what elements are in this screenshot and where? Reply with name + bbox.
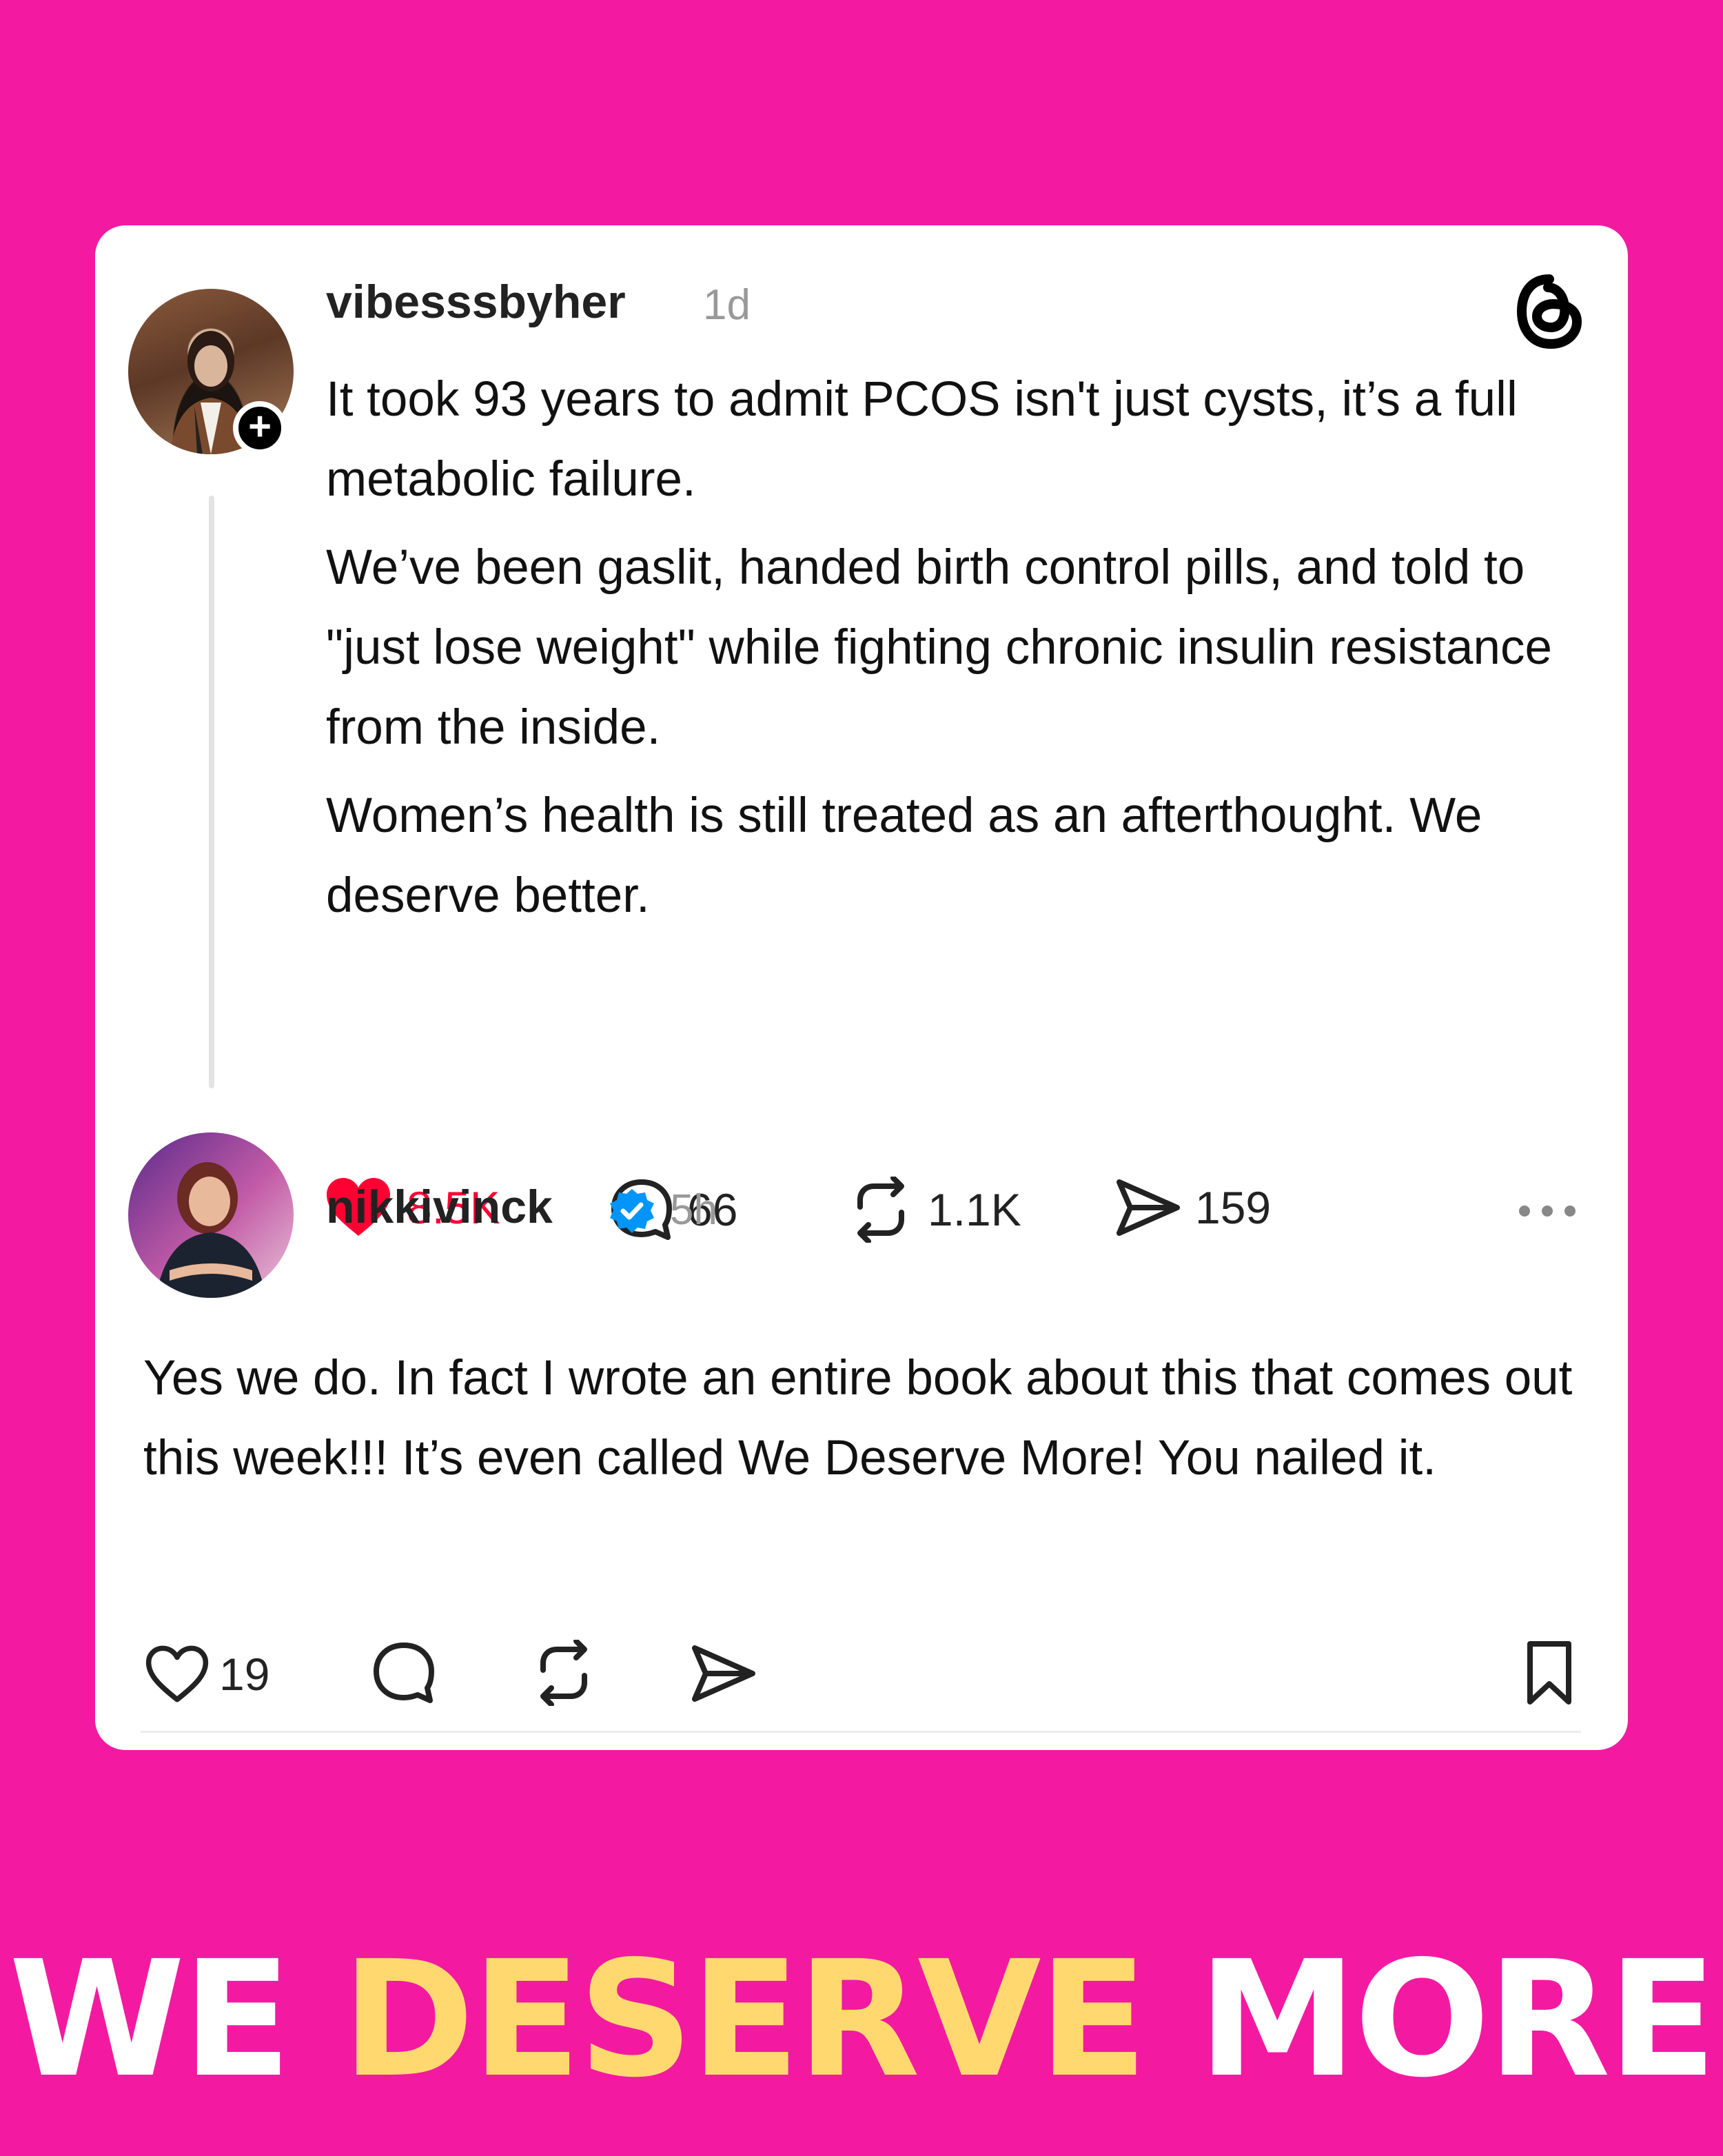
share-count: 159: [1195, 1182, 1272, 1233]
post-paragraph: It took 93 years to admit PCOS isn't jus…: [326, 372, 1518, 507]
post-username[interactable]: vibesssbyher: [326, 275, 626, 329]
repost-count: 1.1K: [928, 1184, 1021, 1235]
reply-comment-icon[interactable]: [371, 1640, 437, 1706]
post-paragraph: We’ve been gaslit, handed birth control …: [326, 540, 1552, 755]
reply-repost-icon[interactable]: [529, 1640, 598, 1706]
card-divider: [141, 1731, 1581, 1733]
banner-word-more: MORE: [1198, 1926, 1717, 2113]
thread-connector-line: [209, 496, 214, 1088]
post-body: It took 93 years to admit PCOS isn't jus…: [326, 360, 1580, 944]
reply-like-count: 19: [219, 1649, 270, 1700]
post-paragraph: Women’s health is still treated as an af…: [326, 789, 1482, 923]
reply-like-button[interactable]: 19: [145, 1644, 269, 1705]
bookmark-icon[interactable]: [1522, 1638, 1577, 1707]
heart-outline-icon: [145, 1645, 209, 1702]
threads-card: + vibesssbyher 1d It took 93 years to ad…: [95, 225, 1628, 1750]
repost-icon: [857, 1177, 904, 1243]
profile-photo-icon: [156, 1162, 266, 1298]
banner-word-deserve: DESERVE: [341, 1926, 1148, 2113]
reply-time: 5h: [670, 1186, 717, 1234]
reply-avatar[interactable]: [128, 1132, 294, 1298]
send-icon: [1117, 1179, 1180, 1236]
share-button[interactable]: 159: [1114, 1177, 1271, 1239]
post-time: 1d: [703, 281, 751, 329]
reply-send-icon[interactable]: [689, 1643, 758, 1705]
more-options-icon[interactable]: [1516, 1203, 1578, 1219]
reply-username[interactable]: nikkivinck: [326, 1180, 553, 1234]
repost-button[interactable]: 1.1K: [846, 1177, 1021, 1243]
verified-badge-icon: [610, 1189, 654, 1233]
follow-plus-icon[interactable]: +: [233, 401, 287, 455]
banner-word-we: WE: [8, 1926, 292, 2113]
reply-body: Yes we do. In fact I wrote an entire boo…: [143, 1351, 1573, 1485]
banner-headline: WE DESERVE MORE: [0, 1930, 1723, 2109]
threads-logo-icon[interactable]: [1515, 274, 1584, 349]
